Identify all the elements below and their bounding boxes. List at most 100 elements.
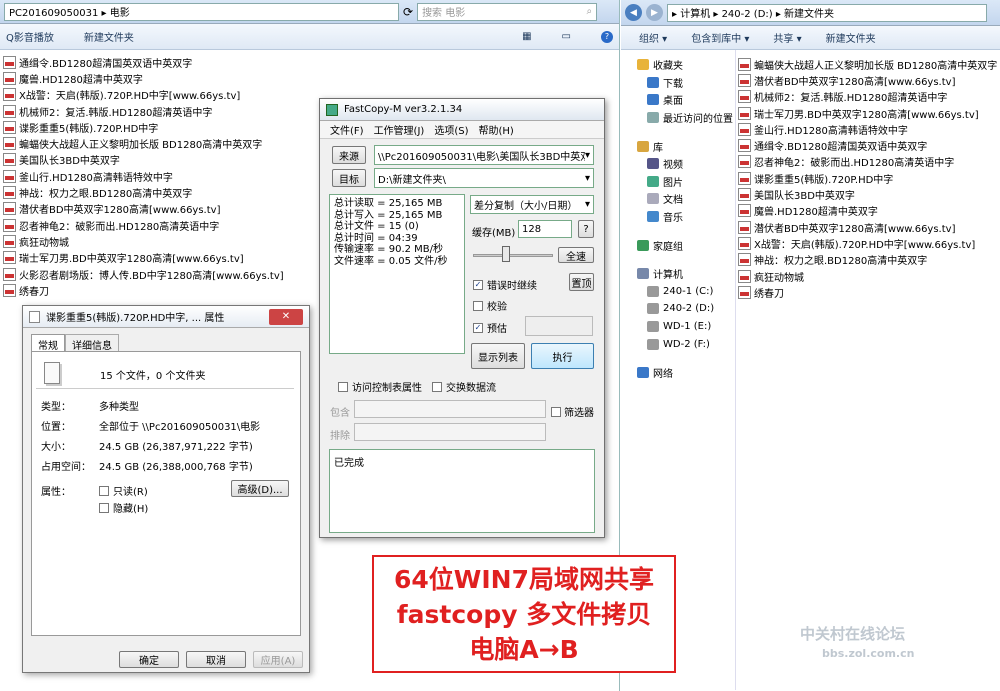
readonly-option[interactable]: 只读(R) xyxy=(99,483,148,498)
hidden-option[interactable]: 隐藏(H) xyxy=(99,500,148,515)
menu-file[interactable]: 文件(F) xyxy=(330,122,364,137)
fullspeed-button[interactable]: 全速 xyxy=(558,247,594,263)
cancel-button[interactable]: 取消 xyxy=(186,651,246,668)
verify-option[interactable]: 校验 xyxy=(473,298,507,313)
source-field[interactable]: \\Pc201609050031\电影\美国队长3BD中英双字 ▾ xyxy=(374,145,594,165)
nav-item[interactable]: 240-2 (D:) xyxy=(637,300,735,318)
ok-button[interactable]: 确定 xyxy=(119,651,179,668)
file-list-item[interactable]: 通缉令.BD1280超清国英双语中英双字 xyxy=(738,137,997,153)
file-list-item[interactable]: 美国队长3BD中英双字 xyxy=(738,186,997,202)
file-list-item[interactable]: 潜伏者BD中英双字1280高清[www.66ys.tv] xyxy=(738,219,997,235)
help-icon[interactable]: ? xyxy=(601,30,613,43)
apply-button[interactable]: 应用(A) xyxy=(253,651,303,668)
left-address-field[interactable]: PC201609050031 ▸ 电影 xyxy=(4,2,399,21)
checkbox-icon[interactable] xyxy=(99,502,109,513)
nav-item-icon xyxy=(637,239,649,251)
close-icon[interactable]: ✕ xyxy=(269,308,303,325)
file-list-item[interactable]: 魔兽.HD1280超清中英双字 xyxy=(738,203,997,219)
continue-on-error-option[interactable]: ✓ 错误时继续 xyxy=(473,277,537,292)
filter-option[interactable]: 筛选器 xyxy=(551,404,594,419)
estimate-option[interactable]: ✓ 预估 xyxy=(473,320,507,335)
file-list-item[interactable]: 魔兽.HD1280超清中英双字 xyxy=(3,70,619,86)
menu-help[interactable]: 帮助(H) xyxy=(478,122,513,137)
nav-item[interactable]: 计算机 xyxy=(637,265,735,283)
destination-button[interactable]: 目标 xyxy=(332,169,366,187)
menu-options[interactable]: 选项(S) xyxy=(434,122,468,137)
fastcopy-window: FastCopy-M ver3.2.1.34 文件(F) 工作管理(J) 选项(… xyxy=(319,98,605,538)
file-list-item[interactable]: 绣春刀 xyxy=(738,284,997,300)
buffer-help-button[interactable]: ? xyxy=(578,220,594,238)
share-button[interactable]: 共享 ▾ xyxy=(773,30,801,45)
include-input[interactable] xyxy=(354,400,546,418)
organize-button[interactable]: 组织 ▾ xyxy=(639,30,667,45)
nav-item[interactable]: 网络 xyxy=(637,364,735,382)
file-list-item[interactable]: 通缉令.BD1280超清国英双语中英双字 xyxy=(3,54,619,70)
video-file-icon xyxy=(3,153,16,167)
fastcopy-menubar: 文件(F) 工作管理(J) 选项(S) 帮助(H) xyxy=(320,121,604,139)
nav-item[interactable]: 视频 xyxy=(637,155,735,173)
nav-item[interactable]: 图片 xyxy=(637,173,735,191)
nav-item[interactable]: 库 xyxy=(637,137,735,155)
nav-item[interactable]: 收藏夹 xyxy=(637,56,735,74)
preview-pane-icon[interactable]: ▭ xyxy=(562,31,571,42)
menu-jobs[interactable]: 工作管理(J) xyxy=(374,122,425,137)
file-list-item[interactable]: X战警：天启(韩版).720P.HD中字[www.66ys.tv] xyxy=(738,235,997,251)
checkbox-checked-icon[interactable]: ✓ xyxy=(473,322,483,333)
toolbar-play-button[interactable]: Q影音播放 xyxy=(6,29,54,44)
show-list-button[interactable]: 显示列表 xyxy=(471,343,525,369)
checkbox-icon[interactable] xyxy=(99,485,109,496)
file-list-item[interactable]: 忍者神龟2：破影而出.HD1280高清英语中字 xyxy=(738,154,997,170)
nav-item[interactable]: WD-2 (F:) xyxy=(637,335,735,353)
nav-item[interactable]: 家庭组 xyxy=(637,236,735,254)
acl-option[interactable]: 访问控制表属性 xyxy=(338,379,422,394)
advanced-button[interactable]: 高级(D)... xyxy=(231,480,289,497)
nav-item-label: 计算机 xyxy=(653,270,683,282)
buffer-input[interactable]: 128 xyxy=(518,220,572,238)
exclude-input[interactable] xyxy=(354,423,546,441)
file-name: 魔兽.HD1280超清中英双字 xyxy=(754,207,878,219)
forward-icon[interactable]: ▶ xyxy=(646,4,663,21)
file-list-item[interactable]: 神战：权力之眼.BD1280高清中英双字 xyxy=(738,252,997,268)
left-search-input[interactable]: 搜索 电影 ⌕ xyxy=(417,2,598,21)
file-list-item[interactable]: 疯狂动物城 xyxy=(738,268,997,284)
view-icon[interactable]: ▦ xyxy=(522,31,531,42)
checkbox-icon[interactable] xyxy=(473,300,483,311)
back-icon[interactable]: ◀ xyxy=(625,4,642,21)
toolbar-new-folder-button[interactable]: 新建文件夹 xyxy=(84,29,134,44)
checkbox-icon[interactable] xyxy=(432,381,442,392)
file-list-item[interactable]: 蝙蝠侠大战超人正义黎明加长版 BD1280高清中英双字 xyxy=(738,56,997,72)
nav-item[interactable]: 音乐 xyxy=(637,208,735,226)
nav-item[interactable]: 240-1 (C:) xyxy=(637,283,735,301)
checkbox-icon[interactable] xyxy=(551,406,561,417)
include-library-button[interactable]: 包含到库中 ▾ xyxy=(691,30,749,45)
right-explorer-window: ◀ ▶ ▸ 计算机 ▸ 240-2 (D:) ▸ 新建文件夹 组织 ▾ 包含到库… xyxy=(621,0,1000,691)
checkbox-icon[interactable] xyxy=(338,381,348,392)
checkbox-checked-icon[interactable]: ✓ xyxy=(473,279,483,290)
watermark-line-1: 中关村在线论坛 xyxy=(800,625,906,643)
new-folder-button[interactable]: 新建文件夹 xyxy=(826,30,876,45)
file-name: 釜山行.HD1280高清韩语特效中字 xyxy=(19,172,173,184)
file-name: X战警：天启(韩版).720P.HD中字[www.66ys.tv] xyxy=(19,91,241,103)
file-list-item[interactable]: 瑞士军刀男.BD中英双字1280高清[www.66ys.tv] xyxy=(738,105,997,121)
file-name: 绣春刀 xyxy=(754,288,784,300)
topmost-button[interactable]: 置顶 xyxy=(569,273,594,291)
refresh-icon[interactable]: ⟳ xyxy=(403,5,413,19)
file-list-item[interactable]: 机械师2：复活.韩版.HD1280超清英语中字 xyxy=(738,89,997,105)
speed-slider-track[interactable] xyxy=(473,254,553,257)
right-address-field[interactable]: ▸ 计算机 ▸ 240-2 (D:) ▸ 新建文件夹 xyxy=(667,3,987,22)
nav-item[interactable]: 文档 xyxy=(637,190,735,208)
streams-option[interactable]: 交换数据流 xyxy=(432,379,496,394)
nav-item[interactable]: WD-1 (E:) xyxy=(637,318,735,336)
nav-item[interactable]: 下载 xyxy=(637,74,735,92)
file-list-item[interactable]: 潜伏者BD中英双字1280高清[www.66ys.tv] xyxy=(738,72,997,88)
size-row: 大小： 24.5 GB (26,387,971,222 字节) xyxy=(41,438,253,453)
destination-field[interactable]: D:\新建文件夹\ ▾ xyxy=(374,168,594,188)
file-list-item[interactable]: 釜山行.HD1280高清韩语特效中字 xyxy=(738,121,997,137)
nav-item[interactable]: 桌面 xyxy=(637,91,735,109)
speed-slider-handle[interactable] xyxy=(502,246,510,262)
copy-mode-select[interactable]: 差分复制（大小/日期） ▾ xyxy=(470,195,594,214)
source-button[interactable]: 来源 xyxy=(332,146,366,164)
file-list-item[interactable]: 谍影重重5(韩版).720P.HD中字 xyxy=(738,170,997,186)
execute-button[interactable]: 执行 xyxy=(531,343,594,369)
nav-item[interactable]: 最近访问的位置 xyxy=(637,109,735,127)
